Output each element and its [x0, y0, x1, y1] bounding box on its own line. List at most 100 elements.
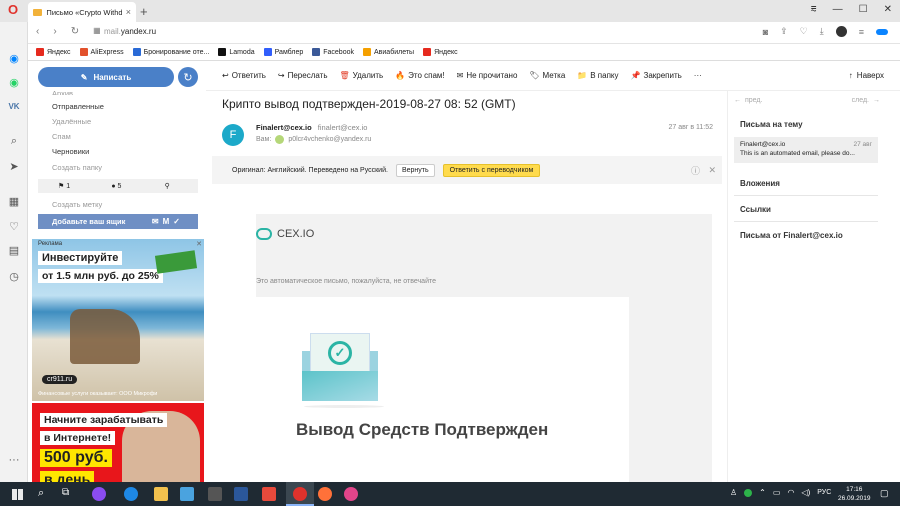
- bookmark-item[interactable]: Facebook: [312, 48, 354, 56]
- trash-button[interactable]: 🗑 Удалить: [339, 71, 383, 80]
- opera-logo[interactable]: O: [6, 3, 20, 17]
- create-label-link[interactable]: Создать метку: [52, 200, 102, 209]
- edge-icon[interactable]: [124, 487, 138, 501]
- unread-button[interactable]: ✉ Не прочитано: [457, 71, 518, 80]
- more-button[interactable]: ···: [694, 71, 702, 80]
- next-message-link[interactable]: след. →: [852, 97, 880, 104]
- links-section[interactable]: Ссылки: [740, 205, 771, 214]
- windows-start-icon[interactable]: [12, 489, 23, 500]
- history-icon[interactable]: ◷: [6, 268, 22, 284]
- folder-button[interactable]: 📁 В папку: [577, 71, 618, 80]
- store-icon[interactable]: [180, 487, 194, 501]
- sender-email[interactable]: finalert@cex.io: [318, 123, 368, 132]
- thread-item[interactable]: Finalert@cex.io 27 авг This is an automa…: [734, 137, 878, 163]
- bookmark-item[interactable]: Яндекс: [36, 48, 71, 56]
- anydesk-icon[interactable]: [262, 487, 276, 501]
- folder-archive[interactable]: Архив: [52, 89, 73, 95]
- task-view-icon[interactable]: ⧉: [62, 487, 69, 498]
- bookmark-item[interactable]: Авиабилеты: [363, 48, 414, 56]
- forward-button[interactable]: ↪ Переслать: [278, 71, 328, 80]
- language-indicator[interactable]: РУС: [817, 489, 831, 496]
- firefox-icon[interactable]: [318, 487, 332, 501]
- reload-icon[interactable]: ↻: [71, 26, 79, 37]
- sender-messages-section[interactable]: Письма от Finalert@cex.io: [740, 231, 843, 240]
- speed-dial-icon[interactable]: ▦: [6, 193, 22, 209]
- maximize-icon[interactable]: ☐: [859, 4, 868, 15]
- scroll-up-button[interactable]: ↑ Наверх: [849, 71, 884, 80]
- folder-sent[interactable]: Отправленные: [52, 102, 104, 111]
- ad-banner-invest[interactable]: Реклама ✕ Инвестируйте от 1.5 млн руб. д…: [32, 239, 204, 401]
- download-icon[interactable]: ⤓: [820, 26, 824, 37]
- people-icon[interactable]: ♙: [730, 488, 737, 497]
- more-icon[interactable]: ···: [6, 452, 22, 468]
- revert-translation-button[interactable]: Вернуть: [395, 163, 435, 177]
- messenger-icon[interactable]: ◉: [6, 50, 22, 66]
- flag-counter[interactable]: ⚑ 1: [38, 182, 91, 190]
- bookmark-item[interactable]: Lamoda: [218, 48, 255, 56]
- search-icon[interactable]: ⌕: [6, 133, 22, 149]
- tabs-grid-icon[interactable]: ▦: [93, 26, 101, 37]
- attachments-counter[interactable]: ⚲: [145, 182, 198, 190]
- reply-button[interactable]: ↩ Ответить: [222, 71, 266, 80]
- opera-taskbar-icon[interactable]: [286, 482, 314, 506]
- whatsapp-icon[interactable]: ◉: [6, 74, 22, 90]
- forward-icon[interactable]: ›: [53, 26, 56, 37]
- tab-close-icon[interactable]: ×: [126, 7, 131, 17]
- notifications-icon[interactable]: ▢: [880, 488, 889, 499]
- camera-icon[interactable]: ◙: [763, 27, 768, 37]
- attachments-section[interactable]: Вложения: [740, 179, 780, 188]
- bookmark-item[interactable]: Бронирование оте...: [132, 48, 209, 56]
- bookmark-item[interactable]: Яндекс: [423, 48, 458, 56]
- heart-bookmark-icon[interactable]: ♡: [800, 26, 808, 37]
- translator-reply-button[interactable]: Ответить с переводчиком: [442, 163, 541, 177]
- folder-spam[interactable]: Спам: [52, 132, 71, 141]
- photos-icon[interactable]: [208, 487, 222, 501]
- url-field[interactable]: mail.yandex.ru: [104, 27, 156, 36]
- bookmark-item[interactable]: Рамблер: [263, 48, 303, 56]
- word-icon[interactable]: [234, 487, 248, 501]
- clock[interactable]: 17:16 26.09.2019: [838, 485, 871, 503]
- add-mailbox-bar[interactable]: Добавьте ваш ящик ✉M✓: [38, 214, 198, 229]
- pin-button[interactable]: 📌 Закрепить: [631, 71, 682, 80]
- bookmark-item[interactable]: AliExpress: [79, 48, 124, 56]
- volume-icon[interactable]: ◁): [801, 488, 810, 497]
- new-tab-button[interactable]: +: [140, 4, 148, 19]
- close-window-icon[interactable]: ✕: [884, 4, 892, 15]
- info-icon[interactable]: ⓘ: [691, 164, 700, 177]
- send-icon[interactable]: ➤: [6, 158, 22, 174]
- back-icon[interactable]: ‹: [36, 26, 39, 37]
- create-folder-link[interactable]: Создать папку: [52, 163, 102, 172]
- compose-button[interactable]: ✎ Написать: [38, 67, 174, 87]
- label-button[interactable]: 🏷 Метка: [529, 71, 565, 80]
- sender-name[interactable]: Finalert@cex.io: [256, 123, 312, 132]
- folder-drafts[interactable]: Черновики: [52, 147, 89, 156]
- folder-deleted[interactable]: Удалённые: [52, 117, 91, 126]
- taskbar-search-icon[interactable]: ⌕: [38, 487, 44, 500]
- unread-counter[interactable]: ● 5: [91, 183, 144, 190]
- battery-toggle-icon[interactable]: [876, 28, 888, 35]
- stash-icon[interactable]: ⩳: [811, 4, 817, 15]
- close-translation-icon[interactable]: ✕: [708, 165, 716, 176]
- battery-icon[interactable]: ▭: [773, 488, 781, 497]
- explorer-icon[interactable]: [154, 487, 168, 501]
- menu-icon[interactable]: ≡: [859, 27, 864, 37]
- alice-icon[interactable]: [92, 487, 106, 501]
- spam-button[interactable]: 🔥 Это спам!: [395, 71, 444, 80]
- vk-icon[interactable]: VK: [6, 98, 22, 114]
- ad-banner-earn[interactable]: Начните зарабатывать в Интернете! 500 ру…: [32, 403, 204, 483]
- minimize-icon[interactable]: —: [833, 4, 843, 15]
- app-icon[interactable]: [344, 487, 358, 501]
- share-icon[interactable]: ⇪: [780, 26, 788, 37]
- heart-icon[interactable]: ♡: [6, 218, 22, 234]
- tray-app-icon[interactable]: [744, 488, 753, 497]
- browser-tab[interactable]: Письмо «Crypto Withdraw ×: [28, 2, 136, 22]
- prev-message-link[interactable]: ← пред.: [734, 97, 762, 104]
- ad-close-icon[interactable]: ✕: [196, 240, 202, 248]
- vpn-icon[interactable]: [835, 26, 847, 37]
- news-icon[interactable]: ▤: [6, 242, 22, 258]
- network-icon[interactable]: ◠: [787, 488, 794, 497]
- chevron-up-icon[interactable]: ⌃: [759, 488, 766, 497]
- refresh-button[interactable]: ↻: [178, 67, 198, 87]
- sender-avatar[interactable]: F: [222, 124, 244, 146]
- recipient-email[interactable]: p0lcr4vchenko@yandex.ru: [288, 136, 371, 143]
